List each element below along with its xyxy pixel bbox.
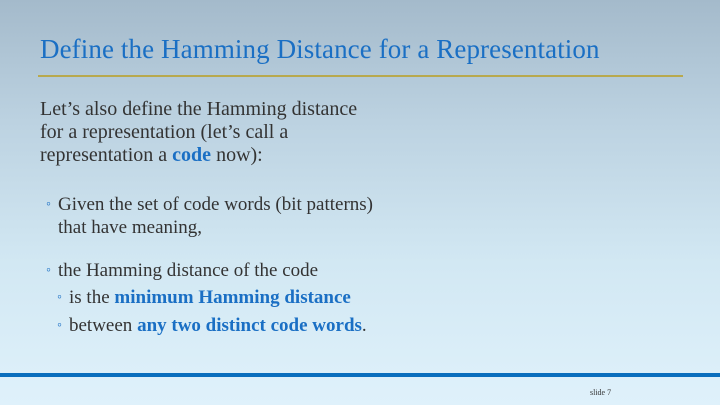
sub-bullet-marker-icon: ◦ <box>57 290 62 305</box>
bullet-1-line-1: Given the set of code words (bit pattern… <box>58 194 373 215</box>
intro-code-highlight: code <box>172 144 212 166</box>
slide-number: slide 7 <box>590 388 612 397</box>
sub-bullet-2-pre: between <box>69 315 138 336</box>
slide-title: Define the Hamming Distance for a Repres… <box>40 34 600 64</box>
intro-line-3-post: now): <box>211 144 263 166</box>
sub-bullet-marker-icon: ◦ <box>57 318 62 333</box>
bullet-1-line-2: that have meaning, <box>58 217 203 238</box>
minimum-hamming-highlight: minimum Hamming distance <box>114 287 351 308</box>
bullet-marker-icon: ◦ <box>46 263 51 278</box>
title-divider <box>38 75 683 77</box>
sub-bullet-1: is the minimum Hamming distance <box>69 286 351 309</box>
sub-bullet-2-post: . <box>361 315 367 336</box>
intro-line-3-pre: representation a <box>40 144 173 166</box>
intro-line-2: for a representation (let’s call a <box>40 121 289 143</box>
sub-bullet-2: between any two distinct code words. <box>69 314 367 337</box>
distinct-code-words-highlight: any two distinct code words <box>137 315 362 336</box>
bullet-marker-icon: ◦ <box>46 197 51 212</box>
footer-bar <box>0 373 720 377</box>
intro-line-1: Let’s also define the Hamming distance <box>40 98 358 120</box>
bullet-2: the Hamming distance of the code <box>58 260 319 281</box>
sub-bullet-1-pre: is the <box>69 287 115 308</box>
intro-paragraph: Let’s also define the Hamming distance f… <box>40 98 470 167</box>
